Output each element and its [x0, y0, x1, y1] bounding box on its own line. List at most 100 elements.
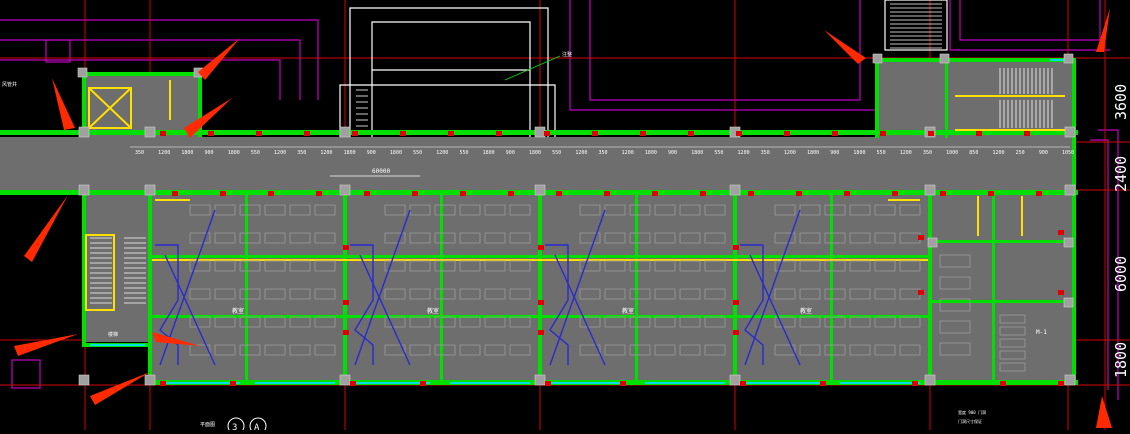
door-marker: [1058, 381, 1064, 386]
door-marker: [352, 131, 358, 136]
column: [1064, 126, 1076, 138]
door-marker: [832, 131, 838, 136]
door-marker: [640, 131, 646, 136]
door-marker: [592, 131, 598, 136]
dimension-value: 1200: [900, 150, 912, 156]
door-marker: [364, 191, 370, 196]
column: [729, 184, 741, 196]
dimension-value: 1200: [575, 150, 587, 156]
dimension-value: 900: [506, 150, 515, 156]
dimension-value: 550: [251, 150, 260, 156]
dimension-value: 550: [714, 150, 723, 156]
door-marker: [400, 131, 406, 136]
dimension-value: 900: [1039, 150, 1048, 156]
door-marker: [892, 191, 898, 196]
dimension-value: 850: [969, 150, 978, 156]
side-dim-3: 6000: [1112, 256, 1130, 292]
column: [1064, 374, 1076, 386]
door-marker: [420, 381, 426, 386]
dimension-value: 350: [923, 150, 932, 156]
column: [1063, 297, 1074, 308]
door-marker: [912, 381, 918, 386]
door-marker: [918, 290, 924, 295]
door-marker: [538, 245, 544, 250]
floor-plan-drawing: 350 1200 1800 900 1800 550 1200 350 1200 1800 900 1…: [0, 0, 1130, 434]
dimension-value: 1200: [158, 150, 170, 156]
dimension-value: 1200: [992, 150, 1004, 156]
door-marker: [733, 245, 739, 250]
corridor-total-dimension: 60000: [372, 168, 390, 175]
room-label-3: 教室: [622, 307, 634, 315]
top-stairwell: [339, 0, 948, 137]
column: [924, 184, 936, 196]
door-marker: [652, 191, 658, 196]
axis-bubble-a: A: [249, 417, 267, 434]
door-marker: [316, 191, 322, 196]
door-marker: [880, 131, 886, 136]
dimension-value: 1200: [784, 150, 796, 156]
column: [939, 53, 950, 64]
door-marker: [740, 381, 746, 386]
door-marker: [160, 381, 166, 386]
door-marker: [208, 131, 214, 136]
dimension-value: 900: [830, 150, 839, 156]
column: [339, 374, 351, 386]
dimension-value: 1800: [645, 150, 657, 156]
dimension-value: 900: [367, 150, 376, 156]
dimension-value: 1800: [691, 150, 703, 156]
door-marker: [230, 381, 236, 386]
door-marker: [1024, 131, 1030, 136]
dimension-value: 1200: [274, 150, 286, 156]
door-marker: [928, 131, 934, 136]
door-marker: [1000, 381, 1006, 386]
door-marker: [160, 131, 166, 136]
door-marker: [545, 381, 551, 386]
dimension-value: 1800: [483, 150, 495, 156]
bottom-right-label-2: 门洞尺寸保证: [958, 418, 982, 424]
door-marker: [1036, 191, 1042, 196]
dimension-value: 550: [552, 150, 561, 156]
door-marker: [304, 131, 310, 136]
door-tag: M-1: [1036, 329, 1047, 336]
door-marker: [988, 191, 994, 196]
cad-floor-plan: 350 1200 1800 900 1800 550 1200 350 1200 1800 900 1…: [0, 0, 1130, 434]
column: [872, 53, 883, 64]
column: [534, 374, 546, 386]
side-dimensions: 3600 2400 6000 1800: [1112, 84, 1130, 378]
room-label-4: 教室: [800, 307, 812, 315]
dimension-value: 1200: [738, 150, 750, 156]
dimension-value: 550: [877, 150, 886, 156]
axis-bubble-3: 3: [227, 417, 245, 434]
dimension-value: 1800: [390, 150, 402, 156]
door-marker: [350, 381, 356, 386]
door-marker: [700, 191, 706, 196]
dimension-value: 1200: [622, 150, 634, 156]
column: [144, 126, 156, 138]
column: [534, 184, 546, 196]
door-marker: [343, 245, 349, 250]
column: [924, 374, 936, 386]
stair-label: 楼梯: [108, 331, 118, 338]
side-dim-4: 1800: [1112, 342, 1130, 378]
door-marker: [1058, 230, 1064, 235]
column: [78, 184, 90, 196]
door-marker: [918, 235, 924, 240]
door-marker: [544, 131, 550, 136]
svg-text:A: A: [254, 423, 260, 430]
door-marker: [448, 131, 454, 136]
door-marker: [556, 191, 562, 196]
room-label-1: 教室: [232, 307, 244, 315]
door-marker: [733, 330, 739, 335]
door-marker: [508, 191, 514, 196]
dimension-value: 1050: [1062, 150, 1074, 156]
left-tag: 风管井: [2, 81, 17, 88]
door-marker: [733, 300, 739, 305]
column: [339, 126, 351, 138]
column: [339, 184, 351, 196]
dimension-value: 350: [761, 150, 770, 156]
door-marker: [538, 300, 544, 305]
column: [144, 374, 156, 386]
door-marker: [688, 131, 694, 136]
door-marker: [844, 191, 850, 196]
door-marker: [538, 330, 544, 335]
